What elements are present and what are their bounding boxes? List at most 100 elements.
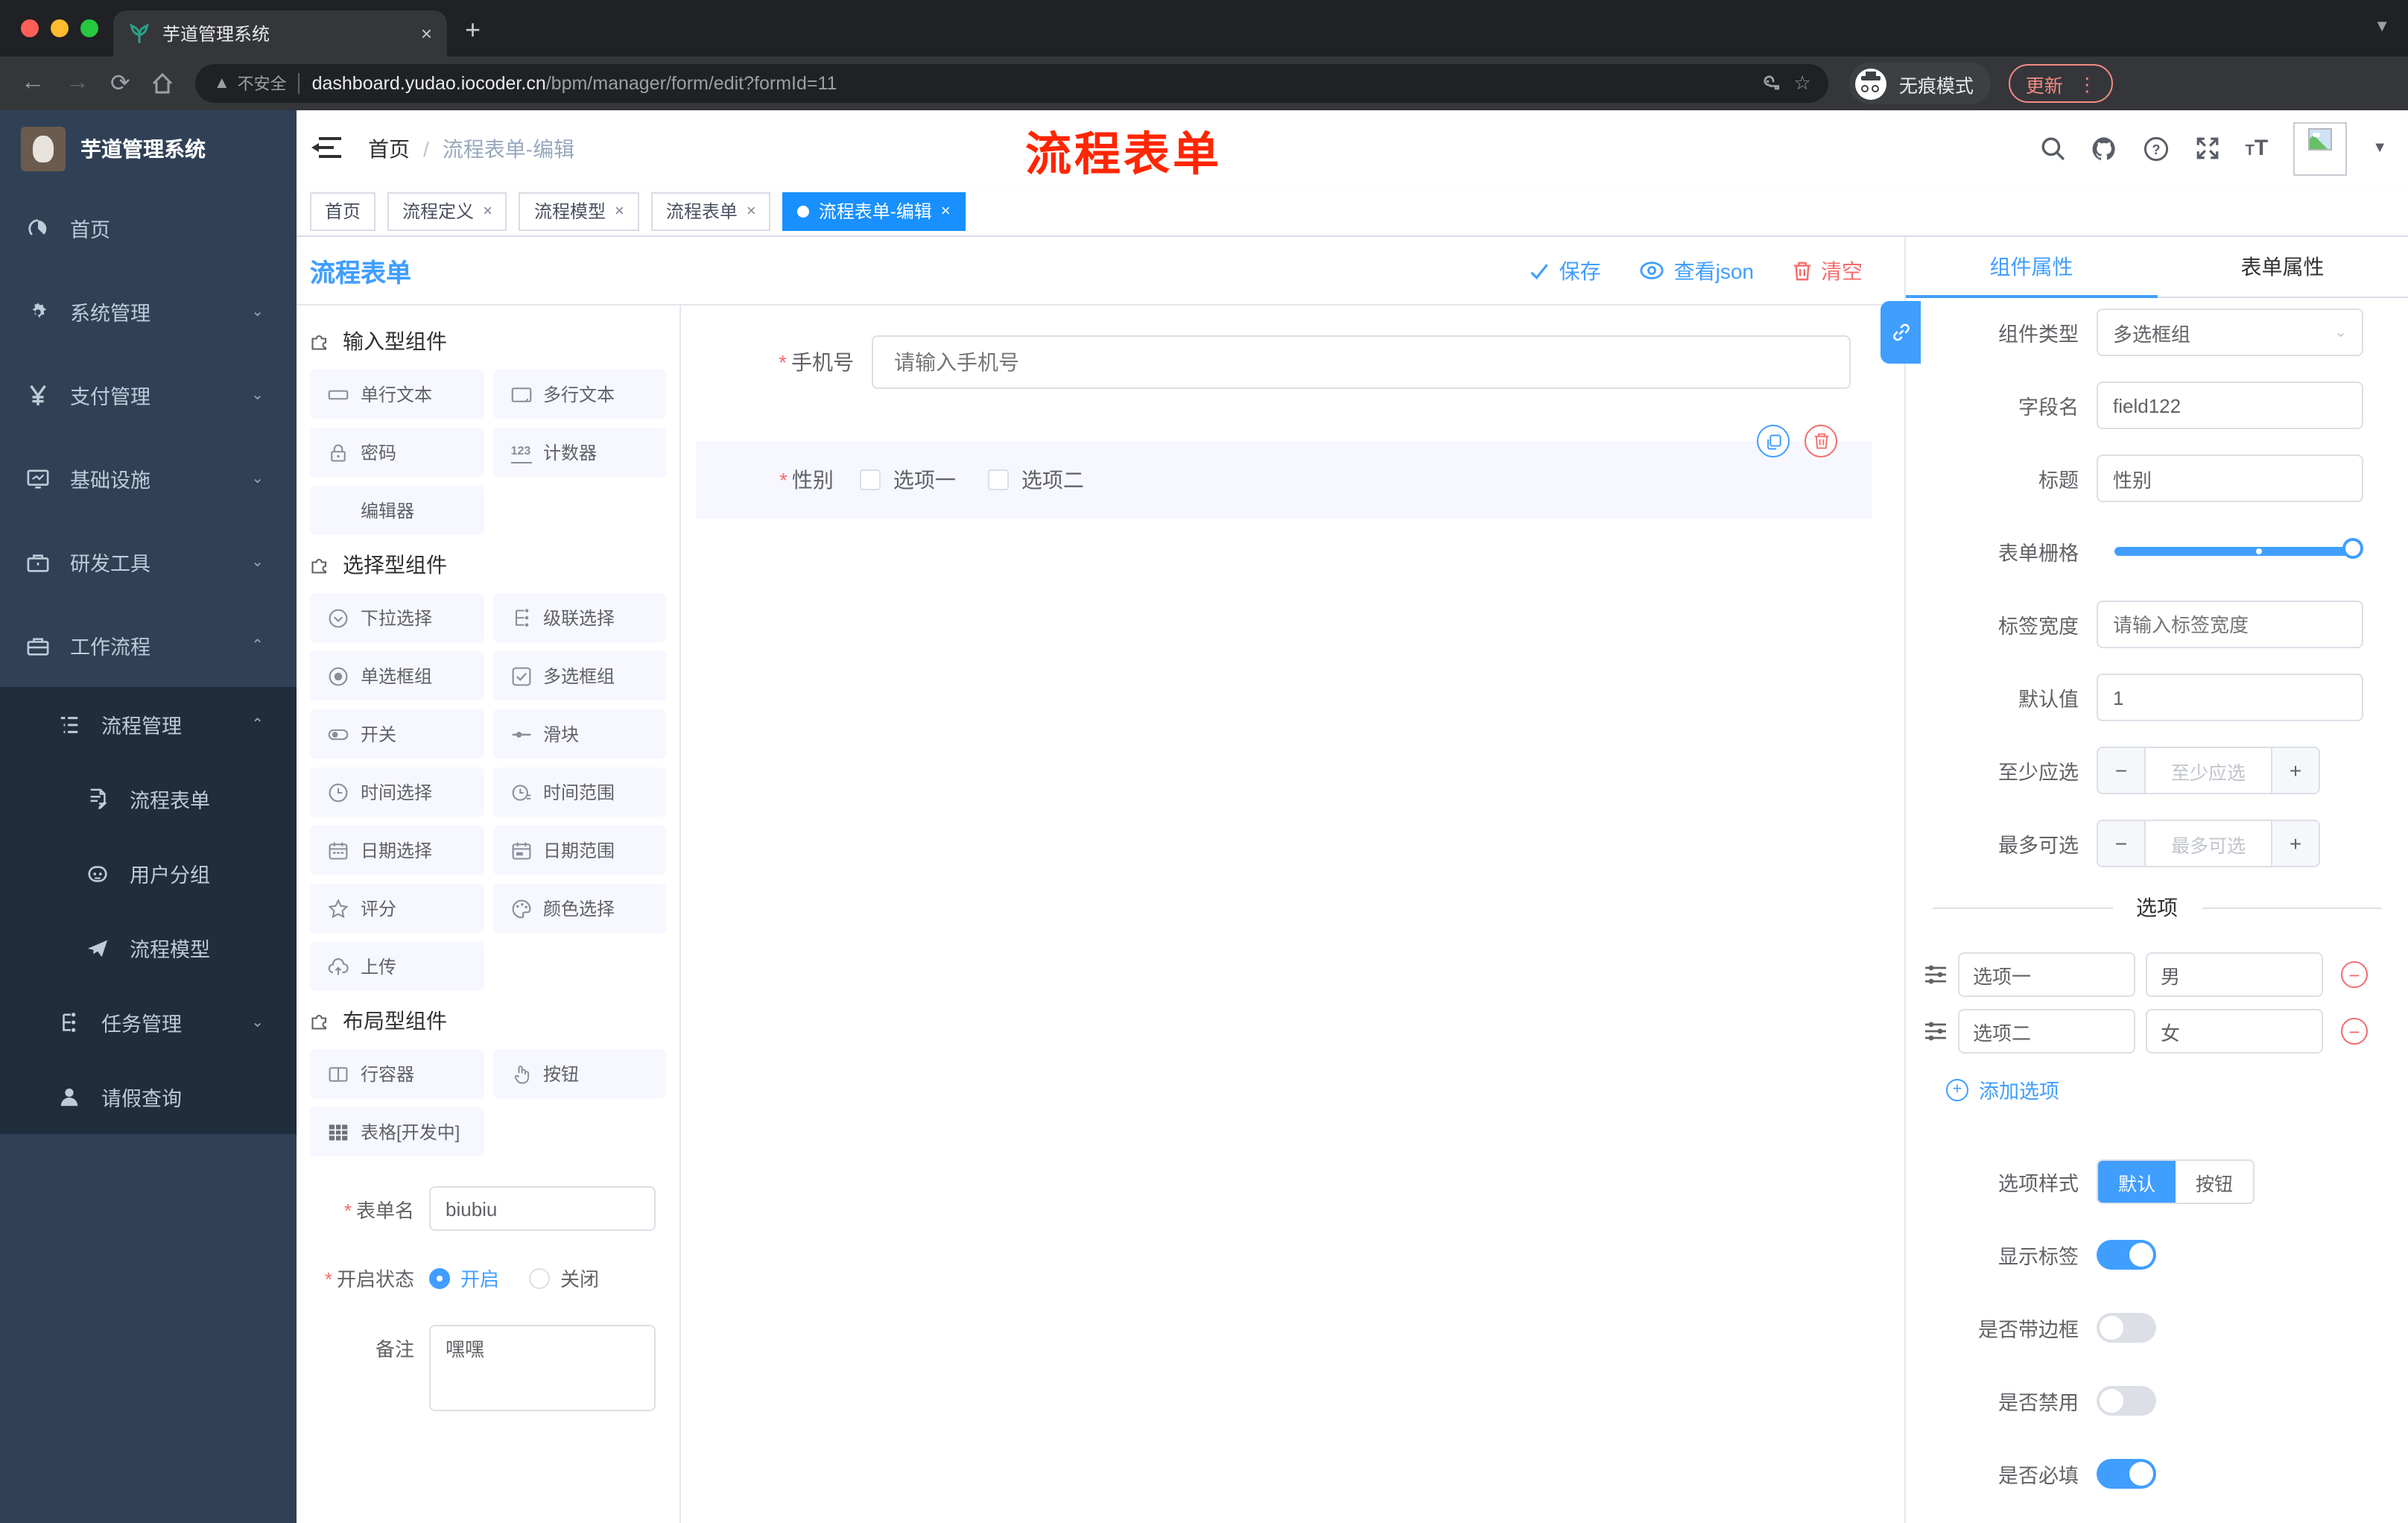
palette-item-time-picker[interactable]: 时间选择 [310,767,484,817]
palette-item-switch[interactable]: 开关 [310,709,484,759]
minus-icon[interactable]: − [2098,748,2144,793]
palette-item-radio-group[interactable]: 单选框组 [310,651,484,700]
tab-component-props[interactable]: 组件属性 [1906,237,2157,298]
fullscreen-icon[interactable] [2195,136,2220,161]
sidebar-item-workflow[interactable]: 工作流程 ⌃ [0,604,297,687]
border-toggle[interactable] [2097,1313,2156,1343]
required-toggle[interactable] [2097,1459,2156,1489]
tag-close-icon[interactable]: × [615,202,624,220]
palette-item-time-range[interactable]: 时间范围 [492,767,666,817]
sidebar-item-task-mgmt[interactable]: 任务管理 ⌄ [0,985,297,1060]
sidebar-item-system[interactable]: 系统管理 ⌄ [0,270,297,353]
new-tab-button[interactable]: + [465,16,481,43]
tag-close-icon[interactable]: × [747,202,756,220]
sidebar-item-home[interactable]: 首页 [0,186,297,270]
sidebar-item-devtools[interactable]: 研发工具 ⌄ [0,520,297,604]
browser-menu-icon[interactable]: ⋮ [2078,72,2097,95]
palette-item-table[interactable]: 表格[开发中] [310,1107,484,1156]
save-button[interactable]: 保存 [1530,256,1601,285]
window-zoom-button[interactable] [80,19,98,37]
forward-icon[interactable]: → [66,70,89,97]
not-secure-warning[interactable]: ▲ 不安全 [214,72,287,95]
label-width-input[interactable] [2097,601,2363,648]
palette-item-row-container[interactable]: 行容器 [310,1049,484,1098]
slider-handle[interactable] [2342,538,2363,559]
option-style-segment[interactable]: 默认 按钮 [2097,1159,2255,1204]
breadcrumb-home[interactable]: 首页 [368,133,410,163]
style-button-button[interactable]: 按钮 [2176,1161,2253,1203]
avatar[interactable] [2293,121,2348,175]
tag-close-icon[interactable]: × [941,202,951,220]
delete-component-button[interactable] [1805,425,1837,457]
password-key-icon[interactable] [1761,73,1782,94]
frame-caret-icon[interactable]: ▼ [2374,18,2390,36]
min-select-stepper[interactable]: − 至少应选 + [2097,747,2320,794]
browser-tab[interactable]: 芋道管理系统 × [113,10,447,57]
url-text[interactable]: dashboard.yudao.iocoder.cn/bpm/manager/f… [312,73,1749,94]
palette-item-password[interactable]: 密码 [310,428,484,477]
option1-value-input[interactable] [2146,952,2323,997]
palette-item-color-picker[interactable]: 颜色选择 [492,884,666,933]
palette-item-rate[interactable]: 评分 [310,884,484,933]
sidebar-item-process-form[interactable]: 流程表单 [0,762,297,836]
palette-item-editor[interactable]: 编辑器 [310,486,484,535]
sidebar-item-infra[interactable]: 基础设施 ⌄ [0,437,297,520]
bookmark-star-icon[interactable]: ☆ [1794,72,1811,95]
font-size-icon[interactable]: TT [2246,136,2269,161]
phone-input[interactable] [872,335,1851,389]
url-bar[interactable]: ▲ 不安全 dashboard.yudao.iocoder.cn/bpm/man… [195,64,1829,103]
tag-close-icon[interactable]: × [483,202,492,220]
user-menu-caret-icon[interactable]: ▼ [2372,140,2387,156]
style-default-button[interactable]: 默认 [2098,1161,2176,1203]
gender-option2-checkbox[interactable]: 选项二 [988,465,1084,495]
palette-item-slider[interactable]: 滑块 [492,709,666,759]
search-icon[interactable] [2040,136,2065,161]
gender-option1-checkbox[interactable]: 选项一 [860,465,956,495]
sidebar-item-process-model[interactable]: 流程模型 [0,911,297,985]
drag-handle-icon[interactable] [1924,1021,1948,1042]
palette-item-cascader[interactable]: 级联选择 [492,593,666,642]
clear-button[interactable]: 清空 [1793,256,1863,285]
option2-label-input[interactable] [1958,1009,2135,1054]
tab-form-props[interactable]: 表单属性 [2157,237,2408,297]
remark-textarea[interactable]: 嘿嘿 [429,1325,656,1411]
component-type-select[interactable]: 多选框组 ⌄ [2097,308,2363,356]
option2-value-input[interactable] [2146,1009,2323,1054]
json-link-button[interactable] [1881,301,1921,364]
github-icon[interactable] [2091,135,2117,162]
window-close-button[interactable] [21,19,39,37]
palette-item-date-picker[interactable]: 日期选择 [310,826,484,875]
plus-icon[interactable]: + [2272,748,2319,793]
duplicate-component-button[interactable] [1757,425,1790,457]
palette-item-date-range[interactable]: 日期范围 [492,826,666,875]
palette-item-counter[interactable]: 123 计数器 [492,428,666,477]
tag-process-form-edit[interactable]: 流程表单-编辑 × [782,191,966,230]
palette-item-upload[interactable]: 上传 [310,942,484,991]
field-name-input[interactable] [2097,381,2363,429]
help-icon[interactable]: ? [2143,135,2170,162]
max-select-stepper[interactable]: − 最多可选 + [2097,820,2320,867]
drag-handle-icon[interactable] [1924,964,1948,985]
remove-option-button[interactable]: − [2341,1018,2368,1045]
canvas-field-gender-selected[interactable]: 性别 选项一 选项二 [696,425,1872,519]
sidebar-item-user-group[interactable]: 用户分组 [0,836,297,911]
remove-option-button[interactable]: − [2341,961,2368,988]
palette-item-checkbox-group[interactable]: 多选框组 [492,651,666,700]
form-name-input[interactable] [429,1186,656,1231]
sidebar-item-leave-query[interactable]: 请假查询 [0,1060,297,1134]
tag-process-definition[interactable]: 流程定义 × [387,191,507,230]
palette-item-textarea[interactable]: 多行文本 [492,370,666,419]
title-input[interactable] [2097,455,2363,502]
disabled-toggle[interactable] [2097,1386,2156,1416]
tag-home[interactable]: 首页 [310,191,376,230]
reload-icon[interactable]: ⟳ [110,69,130,98]
minus-icon[interactable]: − [2098,821,2144,866]
palette-item-single-text[interactable]: 单行文本 [310,370,484,419]
home-icon[interactable] [151,72,175,95]
tag-process-model[interactable]: 流程模型 × [519,191,639,230]
tab-close-icon[interactable]: × [421,22,432,45]
grid-slider[interactable] [2114,538,2363,559]
palette-item-select[interactable]: 下拉选择 [310,593,484,642]
option1-label-input[interactable] [1958,952,2135,997]
view-json-button[interactable]: 查看json [1640,256,1754,285]
